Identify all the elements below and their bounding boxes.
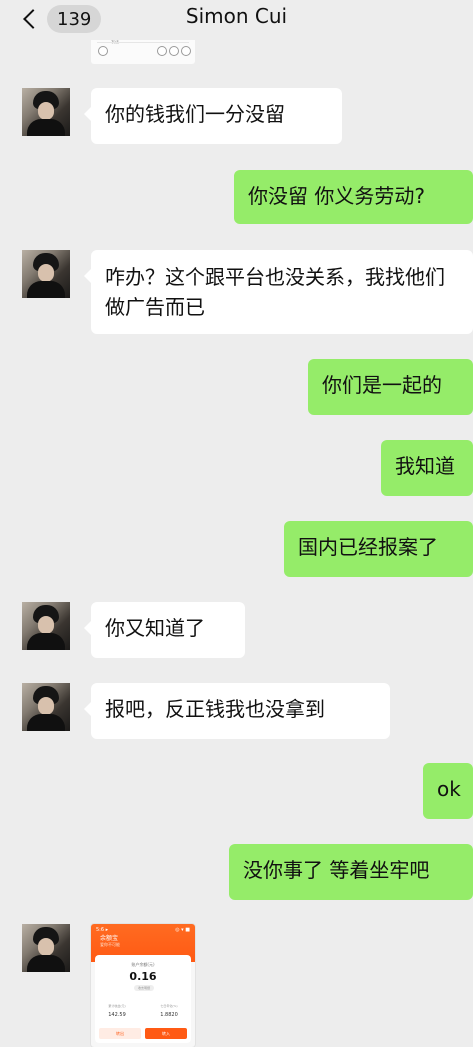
message-bubble-received[interactable]: 你的钱我们一分没留 [84,88,342,144]
emoji-icon [157,46,167,56]
contact-name: Simon Cui [185,4,288,28]
message-bubble-received[interactable]: 报吧，反正钱我也没拿到 [84,683,390,739]
image-message-wallet-screenshot[interactable]: 5:6 ▸ ◎ ▾ ■ 余额宝 爱你不可能 账户余额(元) 0.16 收支明细 … [91,924,195,1047]
sender-avatar[interactable] [22,924,70,972]
chat-header: 139 Simon Cui [0,0,473,40]
detail-pill: 收支明细 [134,985,154,991]
balance-value: 0.16 [129,970,157,983]
message-bubble-sent[interactable]: 国内已经报案了 [284,521,473,577]
sender-avatar[interactable] [22,683,70,731]
message-bubble-sent[interactable]: ok [423,763,473,819]
add-icon [181,46,191,56]
sender-avatar[interactable] [22,88,70,136]
annual-rate-value: 1.8820 [160,1012,178,1018]
screenshot-title: 余额宝 [100,935,119,942]
voice-icon [98,46,108,56]
sender-avatar[interactable] [22,250,70,298]
balance-label: 账户余额(元) [131,962,155,967]
message-bubble-received[interactable]: 你又知道了 [84,602,245,658]
emoji-icon [169,46,179,56]
screenshot-subtitle: 爱你不可能 [100,942,120,947]
cumulative-income-value: 142.59 [108,1012,126,1018]
transfer-out-button: 转出 [99,1028,141,1039]
message-bubble-sent[interactable]: 你们是一起的 [308,359,473,415]
transfer-in-button: 转入 [145,1028,187,1039]
message-bubble-sent[interactable]: 没你事了 等着坐牢吧 [229,844,473,900]
message-bubble-sent[interactable]: 你没留 你义务劳动? [234,170,473,224]
screenshot-balance-card: 账户余额(元) 0.16 收支明细 累计收益(元) 七日年化(%) 142.59… [95,955,191,1043]
screenshot-status-right: ◎ ▾ ■ [175,927,190,933]
annual-rate-label: 七日年化(%) [160,1004,178,1008]
message-bubble-received[interactable]: 咋办？这个跟平台也没关系，我找他们做广告而已 [84,250,473,334]
cumulative-income-label: 累计收益(元) [108,1004,126,1008]
message-bubble-sent[interactable]: 我知道 [381,440,473,496]
sender-avatar[interactable] [22,602,70,650]
